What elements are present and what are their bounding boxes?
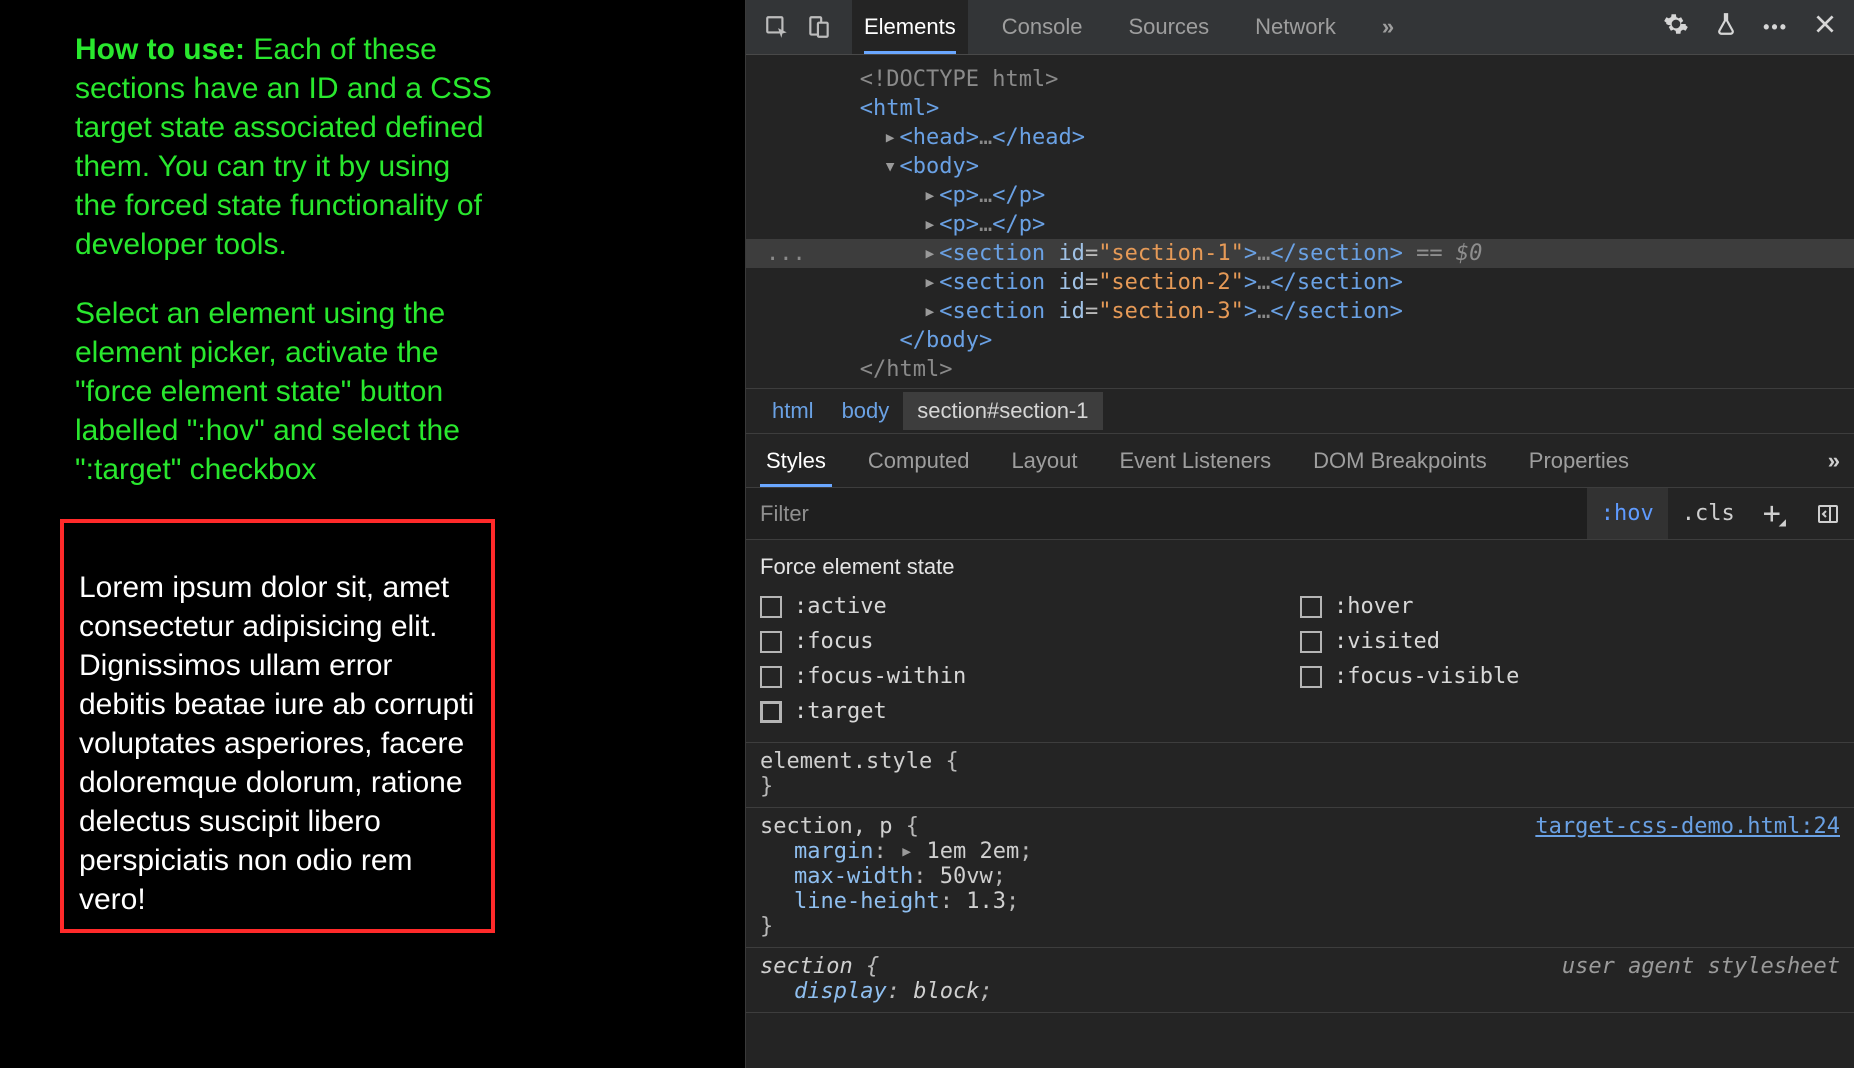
- tabs-overflow-icon[interactable]: »: [1370, 0, 1406, 54]
- force-element-state-panel: Force element state :active :hover :focu…: [746, 540, 1854, 743]
- dom-line[interactable]: <html>: [746, 94, 1854, 123]
- styles-filter-input[interactable]: [746, 488, 1587, 539]
- close-devtools-icon[interactable]: [1812, 11, 1838, 43]
- dom-line[interactable]: ... ▸<section id="section-1">…</section>…: [746, 239, 1854, 268]
- tab-sources[interactable]: Sources: [1116, 0, 1221, 54]
- computed-sidebar-toggle-icon[interactable]: [1802, 488, 1854, 539]
- toggle-classes-cls-button[interactable]: .cls: [1668, 488, 1749, 539]
- crumb-body[interactable]: body: [828, 392, 904, 430]
- crumb-section[interactable]: section#section-1: [903, 392, 1102, 430]
- rule-source-link[interactable]: target-css-demo.html:24: [1535, 814, 1840, 839]
- devtools: Elements Console Sources Network » •••: [745, 0, 1854, 1068]
- subtab-dom-breakpoints[interactable]: DOM Breakpoints: [1307, 434, 1493, 487]
- devtools-toolbar: Elements Console Sources Network » •••: [746, 0, 1854, 55]
- force-state-focus-visible[interactable]: :focus-visible: [1300, 664, 1840, 689]
- tab-console[interactable]: Console: [990, 0, 1095, 54]
- settings-gear-icon[interactable]: [1663, 11, 1689, 43]
- dom-line[interactable]: </html>: [746, 355, 1854, 384]
- inspect-element-icon[interactable]: [756, 6, 798, 48]
- devtools-main-tabs: Elements Console Sources Network »: [852, 0, 1406, 54]
- rule-user-agent[interactable]: user agent stylesheet section { display:…: [746, 948, 1854, 1013]
- subtab-computed[interactable]: Computed: [862, 434, 976, 487]
- page-preview: How to use: Each of these sections have …: [0, 0, 745, 1068]
- style-rules: element.style { } target-css-demo.html:2…: [746, 743, 1854, 1013]
- styles-filter-row: :hov .cls +◢: [746, 488, 1854, 540]
- device-toolbar-icon[interactable]: [798, 6, 840, 48]
- force-state-target[interactable]: :target: [760, 699, 1300, 724]
- tab-elements[interactable]: Elements: [852, 0, 968, 54]
- force-state-visited[interactable]: :visited: [1300, 629, 1840, 654]
- subtab-event-listeners[interactable]: Event Listeners: [1114, 434, 1278, 487]
- dom-line[interactable]: </body>: [746, 326, 1854, 355]
- dom-tree[interactable]: <!DOCTYPE html> <html> ▸<head>…</head> ▾…: [746, 55, 1854, 388]
- styles-tabs: Styles Computed Layout Event Listeners D…: [746, 434, 1854, 488]
- intro-label: How to use:: [75, 33, 245, 66]
- subtab-styles[interactable]: Styles: [760, 434, 832, 487]
- dom-breadcrumb: html body section#section-1: [746, 388, 1854, 434]
- kebab-menu-icon[interactable]: •••: [1763, 17, 1788, 38]
- intro-paragraph-2: Select an element using the element pick…: [75, 294, 495, 489]
- subtabs-overflow-icon[interactable]: »: [1828, 448, 1840, 474]
- dom-line[interactable]: ▸<section id="section-2">…</section>: [746, 268, 1854, 297]
- dom-line[interactable]: ▸<p>…</p>: [746, 210, 1854, 239]
- rule-section-p[interactable]: target-css-demo.html:24 section, p { mar…: [746, 808, 1854, 948]
- dom-line[interactable]: ▸<head>…</head>: [746, 123, 1854, 152]
- force-state-focus-within[interactable]: :focus-within: [760, 664, 1300, 689]
- dom-line[interactable]: ▸<section id="section-3">…</section>: [746, 297, 1854, 326]
- intro-rest: Each of these sections have an ID and a …: [75, 33, 492, 261]
- dom-line[interactable]: ▸<p>…</p>: [746, 181, 1854, 210]
- experiments-flask-icon[interactable]: [1713, 11, 1739, 43]
- force-state-hover[interactable]: :hover: [1300, 594, 1840, 619]
- force-state-title: Force element state: [760, 554, 1840, 580]
- tab-network[interactable]: Network: [1243, 0, 1348, 54]
- element-style-block[interactable]: element.style { }: [746, 743, 1854, 808]
- force-state-hov-button[interactable]: :hov: [1587, 488, 1668, 539]
- section-1-targeted[interactable]: Lorem ipsum dolor sit, amet consectetur …: [60, 519, 495, 933]
- crumb-html[interactable]: html: [758, 392, 828, 430]
- section-1-text: Lorem ipsum dolor sit, amet consectetur …: [79, 568, 476, 919]
- new-style-rule-icon[interactable]: +◢: [1749, 488, 1802, 539]
- intro-paragraph-1: How to use: Each of these sections have …: [75, 30, 495, 264]
- force-state-focus[interactable]: :focus: [760, 629, 1300, 654]
- rule-source-ua: user agent stylesheet: [1562, 954, 1840, 979]
- dom-line[interactable]: <!DOCTYPE html>: [746, 65, 1854, 94]
- subtab-layout[interactable]: Layout: [1005, 434, 1083, 487]
- subtab-properties[interactable]: Properties: [1523, 434, 1635, 487]
- dom-line[interactable]: ▾<body>: [746, 152, 1854, 181]
- force-state-active[interactable]: :active: [760, 594, 1300, 619]
